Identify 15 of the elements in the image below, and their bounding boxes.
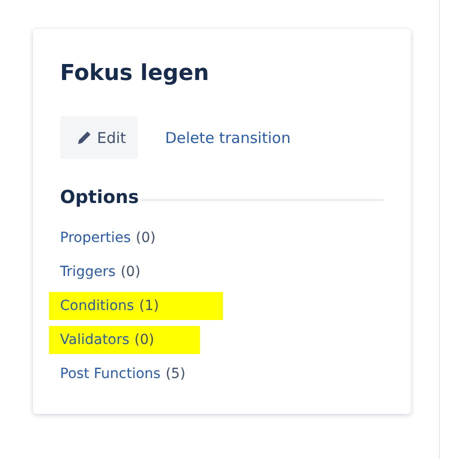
option-count: (1) <box>139 297 159 316</box>
option-count: (0) <box>134 331 154 350</box>
edit-button[interactable]: Edit <box>60 116 138 159</box>
option-count: (0) <box>120 263 140 282</box>
option-link[interactable]: Conditions <box>60 295 134 318</box>
option-link[interactable]: Validators <box>60 329 130 352</box>
pencil-icon <box>76 130 92 146</box>
option-link[interactable]: Triggers <box>60 261 116 284</box>
option-link[interactable]: Post Functions <box>60 363 161 386</box>
delete-transition-link[interactable]: Delete transition <box>165 128 291 146</box>
option-count: (0) <box>136 229 156 248</box>
option-link[interactable]: Properties <box>60 227 131 250</box>
card-title: Fokus legen <box>60 60 210 88</box>
options-heading: Options <box>60 187 139 208</box>
option-count: (5) <box>166 365 186 384</box>
